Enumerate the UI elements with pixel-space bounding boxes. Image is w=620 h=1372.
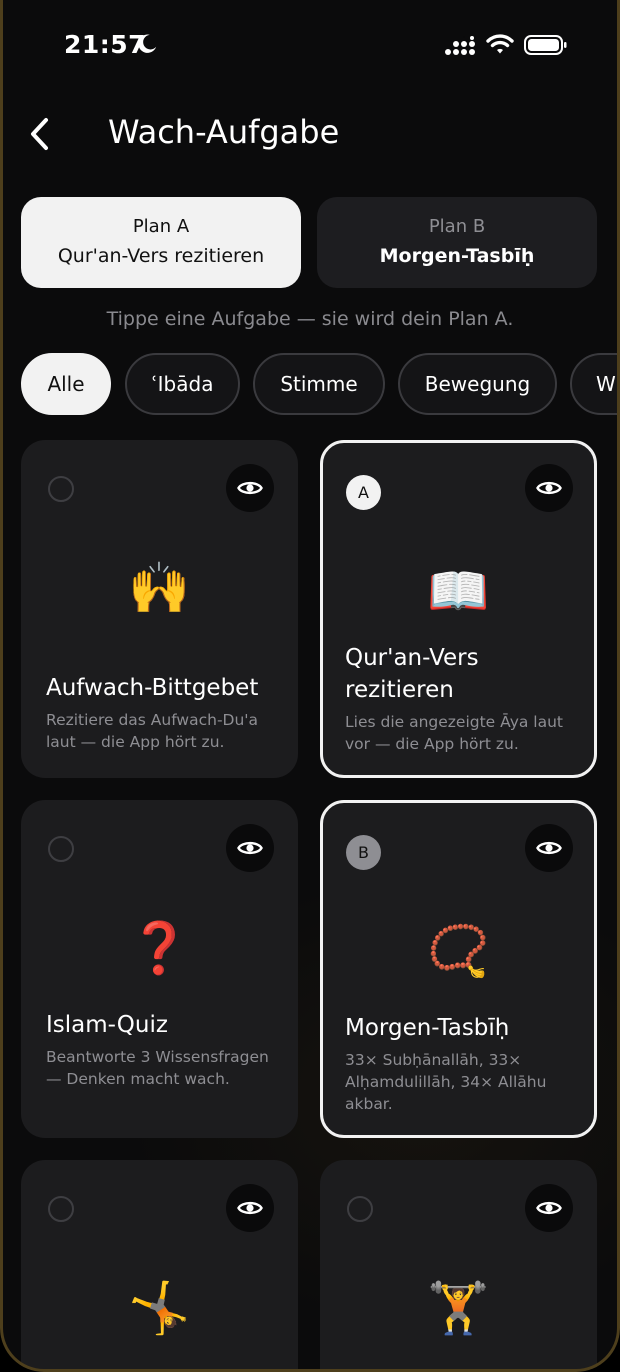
select-radio[interactable]: [48, 1196, 74, 1222]
preview-button[interactable]: [525, 1184, 573, 1232]
eye-icon: [237, 481, 263, 495]
page-title: Wach-Aufgabe: [108, 113, 340, 151]
push-up-person-icon: 🤸: [128, 1279, 191, 1337]
plan-badge-a: A: [346, 475, 381, 510]
task-card-quran-vers[interactable]: A 📖 Qur'an-Vers rezitieren Lies die ange…: [320, 440, 597, 778]
back-button[interactable]: [24, 112, 60, 156]
task-card-push-up[interactable]: 🤸: [21, 1160, 298, 1372]
select-radio[interactable]: [48, 476, 74, 502]
task-title: Qur'an-Vers rezitieren: [345, 645, 479, 703]
plan-a-label: Plan A: [132, 216, 190, 237]
filter-chip-ibada[interactable]: ʿIbāda: [125, 353, 240, 415]
wifi-icon: [486, 34, 514, 54]
signal-icon: [445, 36, 475, 55]
eye-icon: [536, 1201, 562, 1215]
task-title: Morgen-Tasbīḥ: [345, 1015, 510, 1041]
task-title: Aufwach-Bittgebet: [46, 675, 259, 701]
battery-icon: [524, 35, 567, 55]
preview-button[interactable]: [226, 1184, 274, 1232]
filter-chip-wissen[interactable]: Wi: [570, 353, 620, 415]
status-time: 21:57: [64, 30, 147, 59]
preview-button[interactable]: [525, 464, 573, 512]
plan-b-label: Plan B: [428, 216, 486, 237]
select-radio[interactable]: [347, 1196, 373, 1222]
eye-icon: [237, 841, 263, 855]
hint-text: Tippe eine Aufgabe — sie wird dein Plan …: [106, 308, 514, 330]
task-description: Beantworte 3 Wissensfragen — Denken mach…: [46, 1048, 269, 1088]
open-book-icon: 📖: [427, 562, 490, 620]
task-description: Rezitiere das Aufwach-Du'a laut — die Ap…: [46, 711, 259, 751]
task-title: Islam-Quiz: [46, 1012, 168, 1038]
question-shield-icon: ❓: [128, 919, 191, 977]
preview-button[interactable]: [525, 824, 573, 872]
prayer-beads-icon: 📿: [427, 922, 490, 980]
eye-icon: [536, 841, 562, 855]
eye-icon: [237, 1201, 263, 1215]
moon-icon: [138, 34, 157, 53]
task-description: 33× Subḥānallāh, 33× Alḥamdulillāh, 34× …: [345, 1051, 547, 1113]
plan-badge-b: B: [346, 835, 381, 870]
task-card-aufwach-bittgebet[interactable]: 🙌 Aufwach-Bittgebet Rezitiere das Aufwac…: [21, 440, 298, 778]
filter-chip-stimme[interactable]: Stimme: [253, 353, 385, 415]
chevron-left-icon: [31, 118, 48, 150]
task-description: Lies die angezeigte Āya laut vor — die A…: [345, 713, 563, 753]
plan-b-card[interactable]: Plan B Morgen-Tasbīḥ: [317, 197, 597, 288]
plan-b-task: Morgen-Tasbīḥ: [379, 245, 535, 267]
task-card-morgen-tasbih[interactable]: B 📿 Morgen-Tasbīḥ 33× Subḥānallāh, 33× A…: [320, 800, 597, 1138]
select-radio[interactable]: [48, 836, 74, 862]
preview-button[interactable]: [226, 464, 274, 512]
task-card-squat[interactable]: 🏋: [320, 1160, 597, 1372]
filter-chip-all[interactable]: Alle: [21, 353, 111, 415]
praying-hands-icon: 🙌: [128, 559, 191, 617]
filter-chip-bewegung[interactable]: Bewegung: [398, 353, 557, 415]
app-screen: 21:57 Wach-Aufgabe Plan A Qur'an-Vers re…: [0, 0, 620, 1372]
squatting-person-icon: 🏋: [427, 1279, 490, 1337]
preview-button[interactable]: [226, 824, 274, 872]
task-card-islam-quiz[interactable]: ❓ Islam-Quiz Beantworte 3 Wissensfragen …: [21, 800, 298, 1138]
eye-icon: [536, 481, 562, 495]
plan-a-card[interactable]: Plan A Qur'an-Vers rezitieren: [21, 197, 301, 288]
plan-a-task: Qur'an-Vers rezitieren: [57, 245, 265, 267]
